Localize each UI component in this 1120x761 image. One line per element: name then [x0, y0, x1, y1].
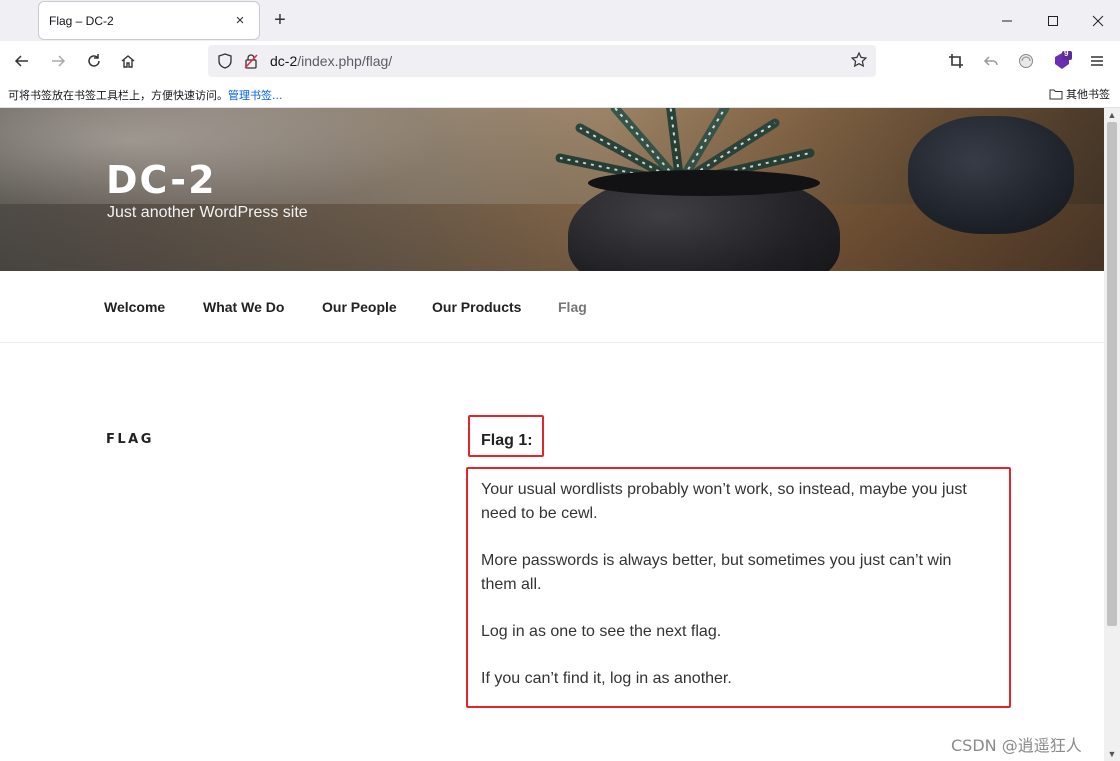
page-title: FLAG	[106, 432, 154, 447]
minimize-icon[interactable]	[984, 0, 1030, 41]
menu-item-our-products[interactable]: Our Products	[432, 299, 521, 315]
scroll-up-icon[interactable]: ▲	[1104, 108, 1120, 122]
navigation-toolbar: dc-2/index.php/flag/ 9	[0, 41, 1120, 81]
new-tab-button[interactable]: +	[268, 8, 292, 32]
back-icon[interactable]	[9, 48, 35, 74]
site-navigation-menu: Welcome What We Do Our People Our Produc…	[0, 271, 1104, 343]
flag-paragraph: Log in as one to see the next flag.	[481, 623, 722, 640]
star-icon[interactable]	[850, 51, 868, 74]
menu-item-what-we-do[interactable]: What We Do	[203, 299, 284, 315]
bookmarks-hint: 可将书签放在书签工具栏上，方便快速访问。管理书签...	[8, 87, 283, 103]
url-text: dc-2/index.php/flag/	[270, 53, 392, 69]
insecure-lock-icon[interactable]	[242, 52, 260, 75]
menu-icon[interactable]	[1086, 50, 1108, 72]
address-bar[interactable]: dc-2/index.php/flag/	[208, 45, 876, 77]
extension-icon[interactable]	[1015, 50, 1037, 72]
close-window-icon[interactable]	[1075, 0, 1120, 41]
scroll-down-icon[interactable]: ▼	[1104, 747, 1120, 761]
url-host: dc-2	[270, 53, 298, 69]
bookmarks-hint-text: 可将书签放在书签工具栏上，方便快速访问。	[8, 89, 228, 102]
other-bookmarks-button[interactable]: 其他书签	[1049, 86, 1110, 102]
flag-paragraph: Your usual wordlists probably won’t work…	[481, 481, 967, 522]
extension-badge: 9	[1064, 49, 1069, 58]
menu-item-our-people[interactable]: Our People	[322, 299, 397, 315]
site-title[interactable]: DC-2	[106, 158, 217, 202]
flag-paragraph: More passwords is always better, but som…	[481, 552, 952, 593]
site-description: Just another WordPress site	[107, 204, 308, 221]
menu-item-welcome[interactable]: Welcome	[104, 299, 165, 315]
header-image: DC-2 Just another WordPress site	[0, 108, 1104, 271]
close-tab-icon[interactable]: ×	[231, 12, 249, 30]
flag-paragraph: If you can’t find it, log in as another.	[481, 670, 732, 687]
page-viewport: DC-2 Just another WordPress site Welcome…	[0, 108, 1104, 761]
bookmarks-bar: 可将书签放在书签工具栏上，方便快速访问。管理书签... 其他书签	[0, 81, 1120, 108]
menu-item-flag[interactable]: Flag	[558, 299, 587, 315]
tab-title: Flag – DC-2	[49, 13, 114, 28]
scroll-thumb[interactable]	[1107, 122, 1117, 626]
undo-icon[interactable]	[980, 50, 1002, 72]
badge-extension-icon[interactable]: 9	[1051, 49, 1073, 72]
tab-strip: Flag – DC-2 × +	[0, 0, 1120, 41]
page-scrollbar[interactable]: ▲ ▼	[1104, 108, 1120, 761]
folder-icon	[1049, 89, 1063, 100]
url-path: /index.php/flag/	[297, 53, 393, 69]
shield-icon[interactable]	[216, 52, 234, 75]
crop-icon[interactable]	[945, 50, 967, 72]
browser-tab[interactable]: Flag – DC-2 ×	[39, 2, 259, 39]
forward-icon[interactable]	[45, 48, 71, 74]
manage-bookmarks-link[interactable]: 管理书签...	[228, 89, 283, 102]
other-bookmarks-label: 其他书签	[1066, 88, 1110, 101]
home-icon[interactable]	[115, 48, 141, 74]
reload-icon[interactable]	[81, 48, 107, 74]
watermark: CSDN @逍遥狂人	[951, 736, 1082, 755]
maximize-icon[interactable]	[1030, 0, 1076, 41]
flag-heading: Flag 1:	[481, 432, 533, 449]
